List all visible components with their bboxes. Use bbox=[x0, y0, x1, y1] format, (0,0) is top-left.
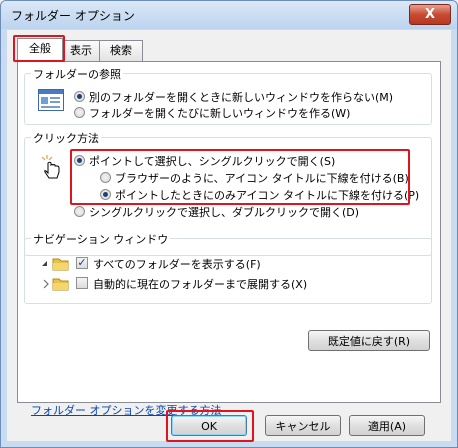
auto-expand-label: 自動的に現在のフォルダーまで展開する(X) bbox=[93, 278, 308, 291]
folder-options-window: フォルダー オプション X 全般 表示 検索 フォルダーの参照 別のフォルダーを… bbox=[0, 0, 458, 448]
folder-window-icon bbox=[38, 89, 64, 111]
dialog-client: 全般 表示 検索 フォルダーの参照 別のフォルダーを開くときに新しいウィンドウを bbox=[7, 30, 451, 442]
browse-folders-label: フォルダーの参照 bbox=[31, 66, 123, 82]
radio-same-window[interactable] bbox=[74, 91, 85, 102]
click-option-highlight-box bbox=[70, 149, 410, 205]
new-window-label: フォルダーを開くたびに新しいウィンドウを作る(W) bbox=[89, 107, 351, 120]
restore-defaults-button[interactable]: 既定値に戻す(R) bbox=[308, 330, 430, 351]
tab-search[interactable]: 検索 bbox=[99, 40, 143, 61]
window-title: フォルダー オプション bbox=[11, 9, 135, 23]
same-window-label: 別のフォルダーを開くときに新しいウィンドウを作らない(M) bbox=[89, 91, 394, 104]
tab-highlight-box bbox=[13, 35, 65, 62]
cancel-button[interactable]: キャンセル bbox=[265, 415, 341, 436]
close-button[interactable]: X bbox=[409, 4, 451, 25]
radio-new-window[interactable] bbox=[74, 107, 85, 118]
click-method-label: クリック方法 bbox=[31, 130, 101, 146]
ok-highlight-box bbox=[166, 410, 254, 442]
hand-cursor-icon bbox=[38, 154, 64, 180]
double-click-label: シングルクリックで選択し、ダブルクリックで開く(D) bbox=[89, 206, 360, 219]
radio-double-click[interactable] bbox=[74, 206, 85, 217]
navigation-pane-label: ナビゲーション ウィンドウ bbox=[31, 231, 171, 247]
expanded-folder-tree-icon bbox=[40, 255, 72, 271]
auto-expand-checkbox[interactable] bbox=[76, 277, 88, 289]
collapsed-folder-tree-icon bbox=[40, 275, 72, 291]
tab-view[interactable]: 表示 bbox=[61, 40, 101, 61]
general-tab-panel: フォルダーの参照 別のフォルダーを開くときに新しいウィンドウを作らない(M) フ… bbox=[17, 61, 441, 417]
apply-button[interactable]: 適用(A) bbox=[349, 415, 425, 436]
show-all-folders-checkbox[interactable]: ✓ bbox=[76, 257, 88, 269]
show-all-folders-label: すべてのフォルダーを表示する(F) bbox=[93, 258, 261, 271]
title-bar[interactable]: フォルダー オプション X bbox=[1, 1, 457, 29]
